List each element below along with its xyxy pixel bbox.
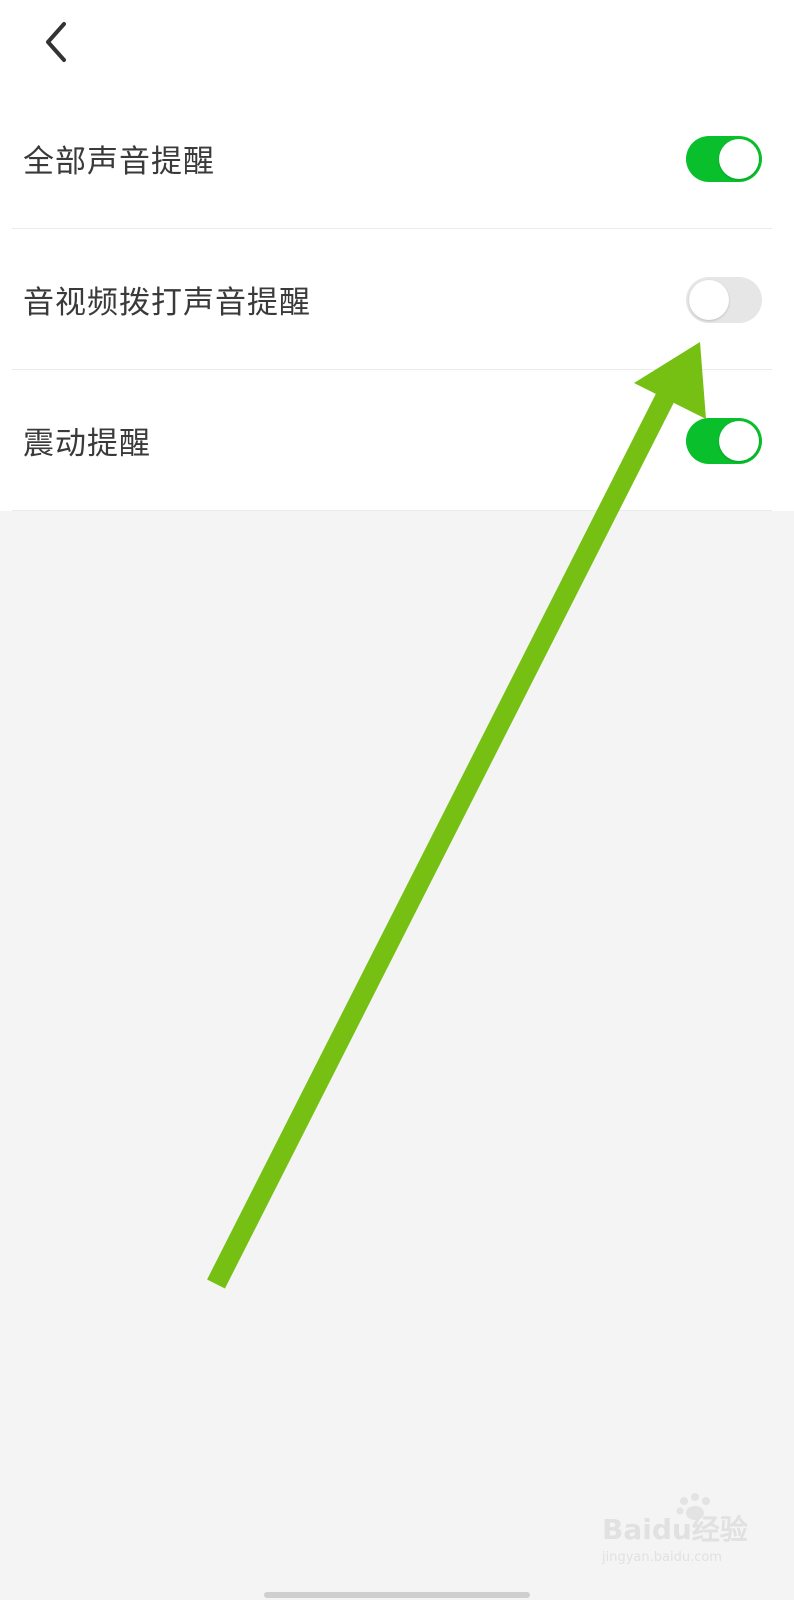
back-button[interactable] — [32, 14, 80, 70]
setting-row-vibration: 震动提醒 — [0, 370, 794, 511]
setting-row-call-sound: 音视频拨打声音提醒 — [0, 229, 794, 370]
arrow-shaft — [207, 387, 677, 1289]
toggle-vibration[interactable] — [686, 417, 762, 464]
setting-label: 音视频拨打声音提醒 — [23, 285, 311, 321]
setting-label: 全部声音提醒 — [23, 144, 215, 180]
setting-label: 震动提醒 — [23, 426, 151, 462]
setting-row-all-sound: 全部声音提醒 — [0, 88, 794, 229]
chevron-left-icon — [46, 22, 66, 62]
top-bar — [0, 0, 794, 88]
svg-text:Baidu经验: Baidu经验 — [602, 1513, 748, 1546]
toggle-knob — [719, 138, 759, 179]
divider — [12, 510, 772, 511]
svg-text:jingyan.baidu.com: jingyan.baidu.com — [602, 1550, 722, 1565]
baidu-jingyan-watermark: Baidu经验 jingyan.baidu.com — [602, 1493, 748, 1565]
toggle-knob — [719, 420, 759, 461]
toggle-knob — [689, 279, 729, 320]
settings-list: 全部声音提醒 音视频拨打声音提醒 震动提醒 — [0, 88, 794, 511]
home-indicator — [264, 1592, 530, 1598]
toggle-all-sound[interactable] — [686, 135, 762, 182]
toggle-call-sound[interactable] — [686, 276, 762, 323]
